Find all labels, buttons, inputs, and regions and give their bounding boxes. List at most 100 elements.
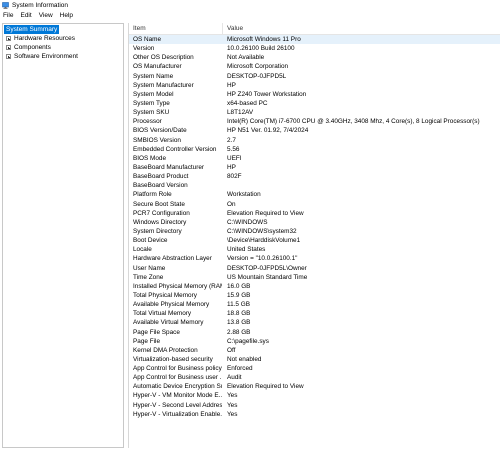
table-row[interactable]: System SKU L8T12AV [129,108,500,117]
table-row[interactable]: BIOS Mode UEFI [129,154,500,163]
window-title: System Information [12,2,68,9]
row-item: Page File [133,337,160,345]
row-value: United States [227,246,266,254]
row-item: System Manufacturer [133,81,194,89]
row-item: PCR7 Configuration [133,209,190,217]
column-header-item[interactable]: Item [129,23,222,34]
row-item: Total Virtual Memory [133,310,192,318]
row-value: C:\WINDOWS [227,218,268,226]
tree-item-hardware-resources[interactable]: Hardware Resources [3,34,123,43]
row-item: App Control for Business policy [133,365,222,373]
table-row[interactable]: PCR7 Configuration Elevation Required to … [129,209,500,218]
table-row[interactable]: Processor Intel(R) Core(TM) i7-6700 CPU @… [129,117,500,126]
row-value: HP N51 Ver. 01.92, 7/4/2024 [227,127,309,135]
row-item: Version [133,45,155,53]
table-row[interactable]: System Type x64-based PC [129,99,500,108]
table-row[interactable]: System Name DESKTOP-0JFPD5L [129,72,500,81]
table-row[interactable]: Hyper-V - Virtualization Enable... Yes [129,410,500,419]
table-row[interactable]: OS Name Microsoft Windows 11 Pro [129,35,500,45]
table-row[interactable]: BaseBoard Product 802F [129,172,500,181]
row-value: Off [227,346,236,354]
row-item: Windows Directory [133,218,187,226]
table-row[interactable]: Time Zone US Mountain Standard Time [129,273,500,282]
row-value: 802F [227,173,242,181]
row-item: Boot Device [133,237,168,245]
row-value: 18.8 GB [227,310,251,318]
row-value: x64-based PC [227,99,268,107]
row-item: Page File Space [133,328,180,336]
row-value: 11.5 GB [227,301,250,309]
table-row[interactable]: Secure Boot State On [129,200,500,209]
row-value: C:\WINDOWS\system32 [227,227,297,235]
row-item: System Model [133,90,174,98]
table-row[interactable]: Other OS Description Not Available [129,53,500,62]
row-item: System Name [133,72,174,80]
row-value: Not Available [227,54,265,62]
plus-expander-icon[interactable] [6,36,11,41]
row-item: App Control for Business user ... [133,374,222,382]
tree-item-label: Hardware Resources [14,35,76,42]
table-row[interactable]: User Name DESKTOP-0JFPD5L\Owner [129,264,500,273]
tree-item-components[interactable]: Components [3,43,123,52]
table-row[interactable]: System Model HP Z240 Tower Workstation [129,90,500,99]
table-row[interactable]: Platform Role Workstation [129,190,500,199]
table-row[interactable]: Boot Device \Device\HarddiskVolume1 [129,236,500,245]
row-item: System SKU [133,109,170,117]
category-tree[interactable]: System Summary Hardware Resources Compon… [2,23,124,448]
table-row[interactable]: Hardware Abstraction Layer Version = "10.… [129,254,500,263]
row-item: Available Physical Memory [133,301,210,309]
row-value: Intel(R) Core(TM) i7-6700 CPU @ 3.40GHz,… [227,118,480,126]
row-item: User Name [133,264,166,272]
table-row[interactable]: Kernel DMA Protection Off [129,346,500,355]
table-row[interactable]: Embedded Controller Version 5.56 [129,145,500,154]
column-header-value[interactable]: Value [222,23,500,34]
row-item: SMBIOS Version [133,136,181,144]
system-information-icon [2,2,9,9]
tree-item-software-environment[interactable]: Software Environment [3,52,123,61]
row-value: Audit [227,374,242,382]
tree-item-label: Software Environment [14,53,78,60]
table-row[interactable]: Version 10.0.26100 Build 26100 [129,44,500,53]
row-value: Version = "10.0.26100.1" [227,255,298,263]
table-body: OS Name Microsoft Windows 11 Pro Version 10… [129,35,500,419]
menu-help[interactable]: Help [57,11,77,21]
table-row[interactable]: System Directory C:\WINDOWS\system32 [129,227,500,236]
table-row[interactable]: Hyper-V - Second Level Addres... Yes [129,401,500,410]
row-value [222,181,500,190]
table-row[interactable]: Available Virtual Memory 13.8 GB [129,318,500,327]
table-row[interactable]: App Control for Business policy Enforced [129,364,500,373]
table-row[interactable]: Available Physical Memory 11.5 GB [129,300,500,309]
table-row[interactable]: Total Virtual Memory 18.8 GB [129,309,500,318]
plus-expander-icon[interactable] [6,54,11,59]
title-bar: System Information [0,0,501,11]
tree-item-label: Components [14,44,51,51]
table-row[interactable]: Hyper-V - VM Monitor Mode E... Yes [129,391,500,400]
menu-edit[interactable]: Edit [17,11,35,21]
table-row[interactable]: Page File C:\pagefile.sys [129,337,500,346]
table-row[interactable]: Virtualization-based security Not enabled [129,355,500,364]
menu-file[interactable]: File [0,11,17,21]
table-row[interactable]: OS Manufacturer Microsoft Corporation [129,62,500,71]
table-row[interactable]: Locale United States [129,245,500,254]
table-row[interactable]: SMBIOS Version 2.7 [129,136,500,145]
row-value: L8T12AV [227,109,254,117]
table-row[interactable]: Installed Physical Memory (RAM) 16.0 GB [129,282,500,291]
row-value: Yes [227,392,238,400]
table-row[interactable]: System Manufacturer HP [129,81,500,90]
table-row[interactable]: BIOS Version/Date HP N51 Ver. 01.92, 7/4/… [129,126,500,135]
table-row[interactable]: Page File Space 2.88 GB [129,328,500,337]
tree-item-system-summary[interactable]: System Summary [4,25,60,34]
plus-expander-icon[interactable] [6,45,11,50]
row-value: Microsoft Corporation [227,63,289,71]
table-row[interactable]: App Control for Business user ... Audit [129,373,500,382]
table-row[interactable]: Total Physical Memory 15.9 GB [129,291,500,300]
table-row[interactable]: BaseBoard Version [129,181,500,190]
menu-view[interactable]: View [36,11,57,21]
row-item: OS Name [133,36,162,43]
row-value: Not enabled [227,355,262,363]
table-row[interactable]: BaseBoard Manufacturer HP [129,163,500,172]
row-item: Processor [133,118,162,126]
table-row[interactable]: Automatic Device Encryption Su... Elevati… [129,382,500,391]
table-row[interactable]: Windows Directory C:\WINDOWS [129,218,500,227]
row-value: Yes [227,410,238,418]
